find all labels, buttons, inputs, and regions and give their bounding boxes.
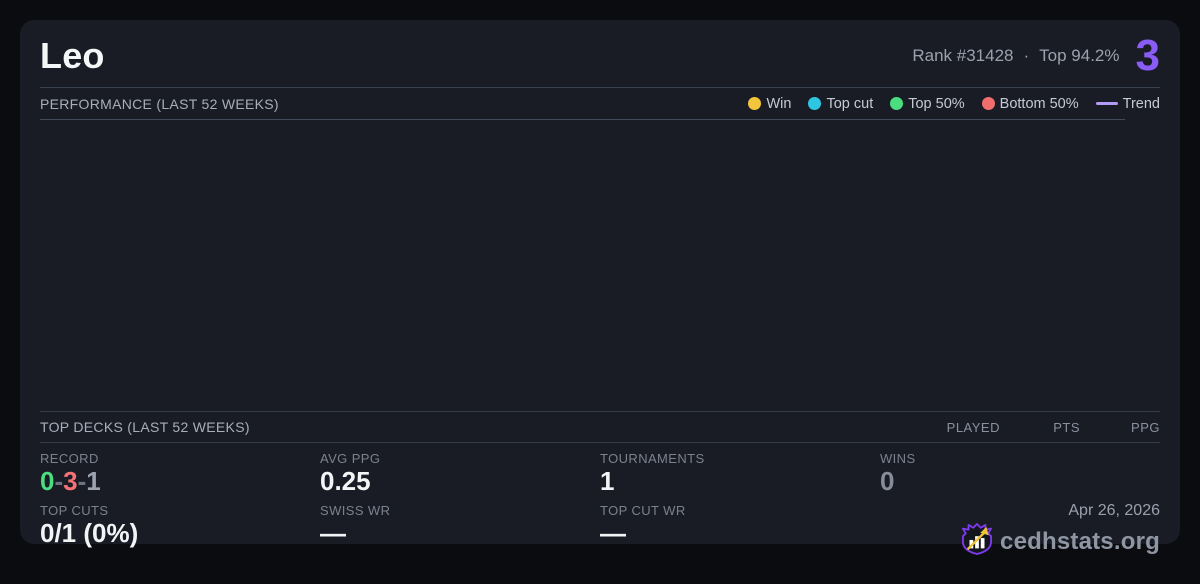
stat-label: RECORD: [40, 451, 99, 466]
wins-value: 0: [880, 466, 895, 496]
report-date: Apr 26, 2026: [1068, 502, 1160, 519]
top50-dot-icon: [890, 97, 904, 110]
rank-separator: ·: [1023, 45, 1030, 65]
stat-label: TOURNAMENTS: [600, 451, 705, 466]
legend-item-win: Win: [748, 96, 791, 112]
record-draws: 1: [86, 466, 101, 496]
performance-chart: [40, 119, 1125, 411]
record-losses: 3: [63, 466, 78, 496]
shield-chart-arrow-icon: [962, 523, 993, 560]
top-decks-columns: PLAYED PTS PPG: [920, 420, 1160, 435]
chart-legend: Win Top cut Top 50% Bottom 50% Trend: [748, 96, 1160, 112]
column-pts: PTS: [1053, 419, 1080, 435]
avg-ppg-value: 0.25: [320, 466, 371, 496]
record-wins: 0: [40, 466, 55, 496]
page-title: Leo: [40, 34, 105, 76]
legend-label: Top cut: [826, 95, 874, 112]
rating-number: 3: [1135, 30, 1160, 80]
legend-item-trend: Trend: [1095, 95, 1160, 112]
player-stats-card: Leo Rank #31428 · Top 94.2% 3 PERFORMANC…: [20, 20, 1180, 555]
top-cuts-value: 0/1 (0%): [40, 518, 139, 548]
top-cut-wr-value: —: [600, 518, 626, 548]
legend-item-bottom50: Bottom 50%: [981, 95, 1079, 112]
legend-label: Bottom 50%: [999, 95, 1079, 112]
performance-header-row: PERFORMANCE (LAST 52 WEEKS) Win Top cut …: [40, 88, 1160, 119]
brand-name: cedhstats.org: [1000, 527, 1160, 555]
record-value: 0-3-1: [40, 466, 320, 497]
top-decks-section-title: TOP DECKS (LAST 52 WEEKS): [40, 419, 250, 435]
performance-section-title: PERFORMANCE (LAST 52 WEEKS): [40, 95, 279, 112]
top-percent-label: Top 94.2%: [1039, 45, 1120, 65]
record-dash: -: [54, 466, 64, 496]
legend-label: Trend: [1122, 95, 1160, 112]
stat-label: WINS: [880, 451, 916, 466]
legend-item-top50: Top 50%: [890, 95, 965, 112]
legend-label: Win: [766, 95, 792, 112]
legend-label: Top 50%: [908, 95, 965, 112]
card-header: Leo Rank #31428 · Top 94.2% 3: [40, 20, 1160, 88]
record-dash: -: [77, 466, 87, 496]
stat-avg-ppg: AVG PPG 0.25: [320, 448, 600, 500]
rank-label: Rank #31428: [912, 45, 1014, 65]
column-played: PLAYED: [946, 419, 1000, 435]
rank-group: Rank #31428 · Top 94.2% 3: [912, 30, 1160, 80]
legend-item-topcut: Top cut: [808, 96, 873, 112]
stat-label: TOP CUTS: [40, 503, 109, 518]
top-decks-header-row: TOP DECKS (LAST 52 WEEKS) PLAYED PTS PPG: [40, 411, 1160, 443]
stat-tournaments: TOURNAMENTS 1: [600, 448, 880, 500]
topcut-dot-icon: [808, 97, 822, 110]
stats-grid: RECORD 0-3-1 AVG PPG 0.25 TOURNAMENTS 1 …: [40, 443, 1160, 555]
trend-line-icon: [1095, 102, 1118, 105]
column-ppg: PPG: [1131, 419, 1160, 435]
stat-top-cut-wr: TOP CUT WR —: [600, 500, 880, 555]
stat-label: AVG PPG: [320, 451, 381, 466]
bottom50-dot-icon: [981, 97, 995, 110]
stat-top-cuts: TOP CUTS 0/1 (0%): [40, 500, 320, 555]
stat-wins: WINS 0: [880, 448, 1160, 500]
win-dot-icon: [748, 97, 762, 110]
stat-label: SWISS WR: [320, 503, 391, 518]
tournaments-value: 1: [600, 466, 615, 496]
swiss-wr-value: —: [320, 518, 346, 548]
stat-label: TOP CUT WR: [600, 503, 686, 518]
brand-row: cedhstats.org: [962, 523, 1160, 560]
footer-cell: Apr 26, 2026 cedhstats.org: [880, 500, 1160, 555]
stat-swiss-wr: SWISS WR —: [320, 500, 600, 555]
stat-record: RECORD 0-3-1: [40, 448, 320, 500]
